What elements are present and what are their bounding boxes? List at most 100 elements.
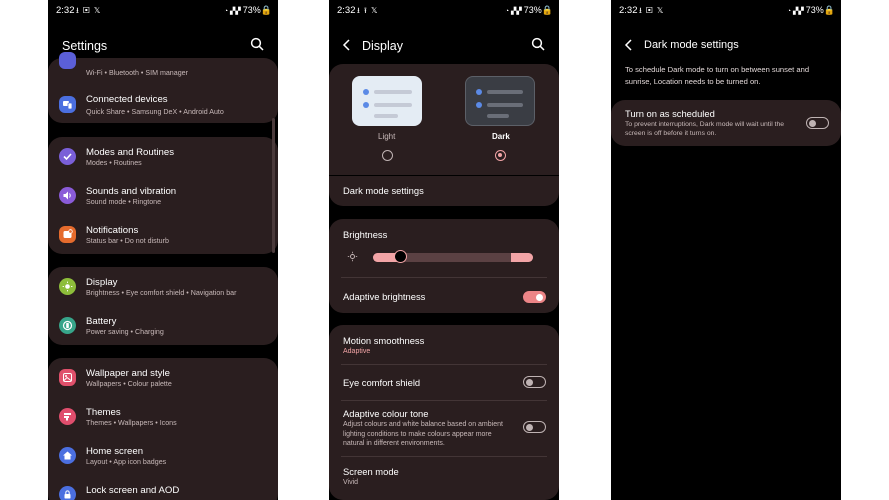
battery-percent: 73% (242, 5, 261, 15)
dark-preview (465, 76, 535, 126)
item-subtitle: Themes • Wallpapers • Icons (86, 419, 177, 427)
item-title: Sounds and vibration (86, 186, 177, 197)
adaptive-brightness-label: Adaptive brightness (343, 291, 426, 302)
display-options-card: Motion smoothness Adaptive Eye comfort s… (329, 325, 559, 500)
list-item-display[interactable]: Display Brightness • Eye comfort shield … (48, 267, 278, 306)
item-title: Wallpaper and style (86, 368, 170, 379)
adaptive-colour-label: Adaptive colour tone (343, 408, 429, 419)
signal-icon: ◔ ▞▞ (786, 8, 804, 15)
search-icon[interactable] (250, 37, 264, 51)
item-title: Lock screen and AOD (86, 485, 180, 496)
item-subtitle: Modes • Routines (86, 159, 142, 167)
item-subtitle: Status bar • Do not disturb (86, 237, 169, 245)
notification-icons: ⭳ ▣ 𝕏 (76, 6, 102, 15)
themes-icon (59, 408, 76, 425)
status-bar: 2:32 ⭳ ▣ 𝕏 ◔ ▞▞ 73%🔒 (611, 0, 841, 22)
list-item-battery[interactable]: Battery Power saving • Charging (48, 306, 278, 345)
bell-icon (59, 226, 76, 243)
screen-mode-value: Vivid (343, 479, 359, 486)
eye-comfort-toggle[interactable] (523, 376, 546, 388)
adaptive-colour-desc: Adjust colours and white balance based o… (343, 421, 503, 447)
devices-icon (59, 96, 76, 113)
image-icon (59, 369, 76, 386)
status-right: ◔ ▞▞ 73%🔒 (223, 5, 272, 15)
back-chevron-icon[interactable] (624, 38, 634, 52)
item-subtitle: Sound mode • Ringtone (86, 198, 162, 206)
item-title: Themes (86, 407, 121, 418)
item-title: Home screen (86, 446, 144, 457)
divider (329, 175, 559, 176)
status-right: ◔ ▞▞ 73%🔒 (786, 5, 835, 15)
theme-mode-card: Light Dark Dark mode settings (329, 64, 559, 206)
notification-icons: ⭳ ▣ 𝕏 (639, 6, 665, 15)
eye-comfort-label: Eye comfort shield (343, 377, 421, 388)
divider (341, 400, 547, 401)
brightness-slider[interactable] (373, 250, 533, 263)
light-preview (352, 76, 422, 126)
sun-icon (59, 278, 76, 295)
settings-screen: 2:32 ⭳ ▣ 𝕏 ◔ ▞▞ 73%🔒 Settings Wi-Fi • Blu… (48, 0, 278, 500)
list-item-lock-screen[interactable]: Lock screen and AOD (48, 475, 278, 500)
list-item-connected-devices[interactable]: Connected devices Quick Share • Samsung … (48, 84, 278, 122)
back-chevron-icon[interactable] (342, 38, 352, 52)
scrollbar[interactable] (272, 118, 275, 253)
page-title: Display (362, 39, 403, 53)
list-item-sounds[interactable]: Sounds and vibration Sound mode • Ringto… (48, 176, 278, 215)
settings-card-modes: Modes and Routines Modes • Routines Soun… (48, 137, 278, 254)
signal-icon: ◔ ▞▞ (223, 8, 241, 15)
search-icon[interactable] (531, 37, 545, 51)
wifi-icon (59, 52, 76, 69)
adaptive-brightness-toggle[interactable] (523, 291, 546, 303)
notification-icons: ⭳ ⭱ 𝕏 (357, 6, 379, 15)
scheduled-desc: To prevent interruptions, Dark mode will… (625, 121, 785, 137)
page-title: Dark mode settings (644, 39, 739, 51)
item-subtitle: Wallpapers • Colour palette (86, 380, 172, 388)
brightness-slider-end (511, 253, 533, 262)
light-radio[interactable] (382, 150, 393, 161)
status-time: 2:32 (337, 5, 356, 16)
schedule-intro: To schedule Dark mode to turn on between… (625, 65, 810, 86)
divider (341, 277, 547, 278)
item-subtitle: Layout • App icon badges (86, 458, 167, 466)
list-item-modes-routines[interactable]: Modes and Routines Modes • Routines (48, 137, 278, 176)
list-item-notifications[interactable]: Notifications Status bar • Do not distur… (48, 215, 278, 254)
sun-small-icon (347, 251, 358, 262)
list-item-home-screen[interactable]: Home screen Layout • App icon badges (48, 436, 278, 475)
list-item-connections[interactable]: Wi-Fi • Bluetooth • SIM manager (48, 52, 278, 82)
home-icon (59, 447, 76, 464)
status-time: 2:32 (56, 5, 75, 16)
list-item-themes[interactable]: Themes Themes • Wallpapers • Icons (48, 397, 278, 436)
scheduled-toggle[interactable] (806, 117, 829, 129)
battery-percent: 73% (805, 5, 824, 15)
motion-smoothness-label: Motion smoothness (343, 335, 425, 346)
dark-mode-settings-link[interactable]: Dark mode settings (343, 185, 424, 196)
screen-mode-label: Screen mode (343, 466, 399, 477)
display-screen: 2:32 ⭳ ⭱ 𝕏 ◔ ▞▞73%🔒 Display Light Dark (329, 0, 559, 500)
item-title: Display (86, 277, 118, 288)
brightness-card: Brightness Adaptive brightness (329, 219, 559, 313)
item-title: Modes and Routines (86, 147, 174, 158)
battery-icon (59, 317, 76, 334)
settings-card-connections: Wi-Fi • Bluetooth • SIM manager Connecte… (48, 52, 278, 123)
signal-icon: ◔ ▞▞ (504, 8, 522, 15)
brightness-label: Brightness (343, 229, 388, 240)
battery-percent: 73% (523, 5, 542, 15)
item-subtitle: Quick Share • Samsung DeX • Android Auto (86, 108, 224, 116)
settings-card-personalisation: Wallpaper and style Wallpapers • Colour … (48, 358, 278, 500)
schedule-card[interactable]: Turn on as scheduled To prevent interrup… (611, 100, 841, 146)
status-time: 2:32 (619, 5, 638, 16)
dark-mode-settings-screen: 2:32 ⭳ ▣ 𝕏 ◔ ▞▞ 73%🔒 Dark mode settings T… (611, 0, 841, 500)
item-title: Battery (86, 316, 117, 327)
item-title: Connected devices (86, 94, 168, 105)
item-subtitle: Brightness • Eye comfort shield • Naviga… (86, 289, 237, 297)
scheduled-label: Turn on as scheduled (625, 108, 715, 119)
list-item-wallpaper[interactable]: Wallpaper and style Wallpapers • Colour … (48, 358, 278, 397)
motion-smoothness-value: Adaptive (343, 348, 371, 355)
adaptive-colour-toggle[interactable] (523, 421, 546, 433)
status-right: ◔ ▞▞ 73%🔒 (504, 5, 553, 15)
light-label: Light (378, 132, 396, 141)
check-circle-icon (59, 148, 76, 165)
divider (341, 456, 547, 457)
brightness-slider-thumb[interactable] (394, 250, 407, 263)
dark-radio[interactable] (495, 150, 506, 161)
